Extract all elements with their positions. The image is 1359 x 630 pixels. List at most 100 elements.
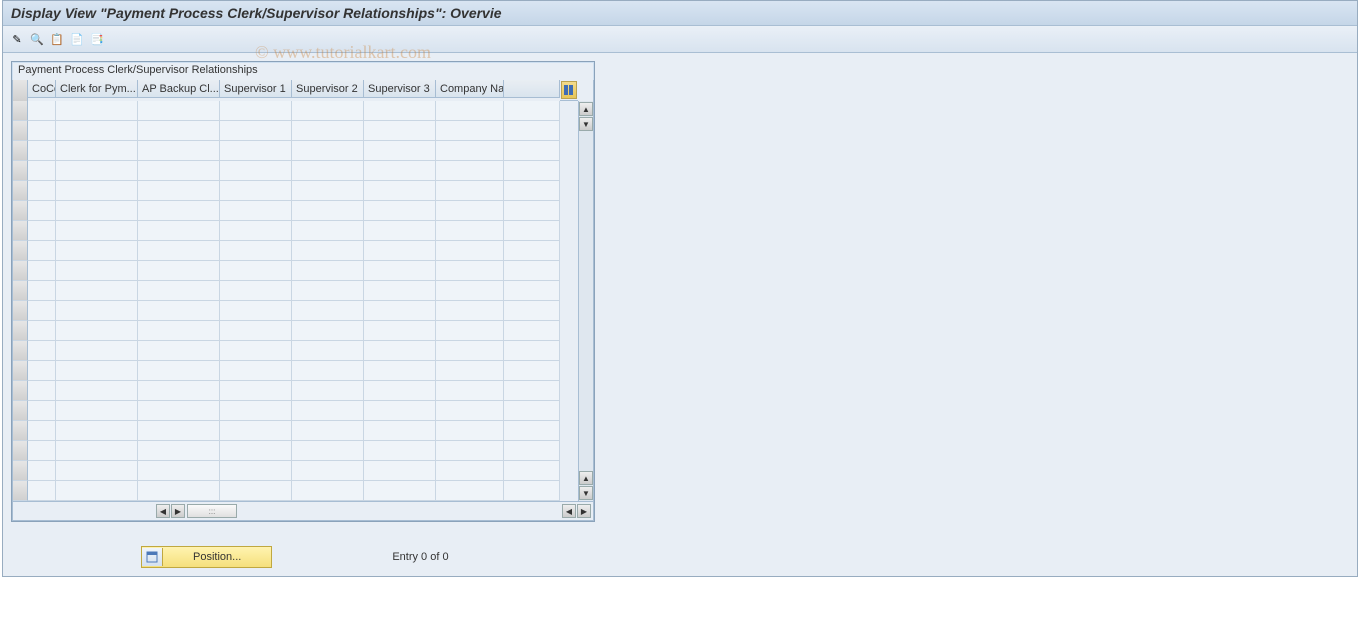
cell-sup1[interactable] [220, 381, 292, 401]
cell-sup1[interactable] [220, 221, 292, 241]
column-header-sup2[interactable]: Supervisor 2 [292, 80, 364, 98]
cell-pad[interactable] [504, 301, 560, 321]
cell-sup1[interactable] [220, 321, 292, 341]
cell-clerk[interactable] [56, 441, 138, 461]
scroll-down-bottom-button[interactable]: ▼ [579, 486, 593, 500]
cell-clerk[interactable] [56, 101, 138, 121]
cell-sup3[interactable] [364, 301, 436, 321]
cell-co[interactable] [436, 241, 504, 261]
cell-sup1[interactable] [220, 101, 292, 121]
cell-cocd[interactable] [28, 321, 56, 341]
cell-pad[interactable] [504, 121, 560, 141]
cell-sup1[interactable] [220, 301, 292, 321]
cell-clerk[interactable] [56, 361, 138, 381]
cell-clerk[interactable] [56, 181, 138, 201]
row-selector[interactable] [13, 201, 28, 221]
cell-sup1[interactable] [220, 281, 292, 301]
row-selector[interactable] [13, 361, 28, 381]
cell-sup2[interactable] [292, 101, 364, 121]
cell-co[interactable] [436, 481, 504, 501]
cell-backup[interactable] [138, 401, 220, 421]
cell-backup[interactable] [138, 101, 220, 121]
cell-sup3[interactable] [364, 121, 436, 141]
scroll-right-button[interactable]: ▶ [171, 504, 185, 518]
cell-pad[interactable] [504, 341, 560, 361]
row-selector[interactable] [13, 461, 28, 481]
cell-sup2[interactable] [292, 461, 364, 481]
cell-sup3[interactable] [364, 361, 436, 381]
cell-co[interactable] [436, 101, 504, 121]
cell-sup3[interactable] [364, 181, 436, 201]
cell-clerk[interactable] [56, 241, 138, 261]
cell-pad[interactable] [504, 101, 560, 121]
cell-sup2[interactable] [292, 241, 364, 261]
row-selector[interactable] [13, 141, 28, 161]
cell-co[interactable] [436, 181, 504, 201]
cell-sup3[interactable] [364, 381, 436, 401]
cell-pad[interactable] [504, 181, 560, 201]
cell-co[interactable] [436, 121, 504, 141]
cell-co[interactable] [436, 321, 504, 341]
cell-sup3[interactable] [364, 341, 436, 361]
row-selector[interactable] [13, 221, 28, 241]
row-selector[interactable] [13, 301, 28, 321]
cell-co[interactable] [436, 441, 504, 461]
other-object-button[interactable]: 🔍 [29, 31, 45, 47]
scroll-up-bottom-button[interactable]: ▲ [579, 471, 593, 485]
cell-sup2[interactable] [292, 201, 364, 221]
select-block-button[interactable]: 📄 [69, 31, 85, 47]
cell-co[interactable] [436, 221, 504, 241]
cell-backup[interactable] [138, 381, 220, 401]
deselect-all-button[interactable]: 📑 [89, 31, 105, 47]
cell-sup1[interactable] [220, 201, 292, 221]
cell-sup2[interactable] [292, 181, 364, 201]
cell-sup3[interactable] [364, 141, 436, 161]
row-selector[interactable] [13, 161, 28, 181]
cell-sup3[interactable] [364, 441, 436, 461]
cell-sup2[interactable] [292, 221, 364, 241]
cell-co[interactable] [436, 381, 504, 401]
cell-backup[interactable] [138, 181, 220, 201]
cell-sup2[interactable] [292, 421, 364, 441]
configure-columns-button[interactable] [561, 81, 577, 99]
cell-sup2[interactable] [292, 361, 364, 381]
horizontal-scrollbar[interactable]: ◀ ▶ ::: ◀ ▶ [13, 501, 593, 520]
cell-clerk[interactable] [56, 281, 138, 301]
cell-pad[interactable] [504, 321, 560, 341]
cell-clerk[interactable] [56, 461, 138, 481]
row-selector[interactable] [13, 241, 28, 261]
cell-clerk[interactable] [56, 341, 138, 361]
scroll-left-button[interactable]: ◀ [156, 504, 170, 518]
column-header-pad[interactable] [504, 80, 560, 98]
scroll-up-button[interactable]: ▲ [579, 102, 593, 116]
cell-cocd[interactable] [28, 301, 56, 321]
cell-sup1[interactable] [220, 481, 292, 501]
cell-cocd[interactable] [28, 341, 56, 361]
cell-co[interactable] [436, 281, 504, 301]
cell-backup[interactable] [138, 221, 220, 241]
cell-pad[interactable] [504, 381, 560, 401]
cell-sup1[interactable] [220, 401, 292, 421]
cell-sup2[interactable] [292, 321, 364, 341]
cell-cocd[interactable] [28, 241, 56, 261]
cell-pad[interactable] [504, 141, 560, 161]
cell-co[interactable] [436, 301, 504, 321]
cell-pad[interactable] [504, 441, 560, 461]
cell-cocd[interactable] [28, 401, 56, 421]
cell-sup2[interactable] [292, 301, 364, 321]
cell-backup[interactable] [138, 261, 220, 281]
cell-co[interactable] [436, 361, 504, 381]
row-selector[interactable] [13, 441, 28, 461]
cell-backup[interactable] [138, 241, 220, 261]
cell-sup1[interactable] [220, 461, 292, 481]
row-selector[interactable] [13, 381, 28, 401]
column-header-clerk[interactable]: Clerk for Pym... [56, 80, 138, 98]
cell-backup[interactable] [138, 141, 220, 161]
cell-sup2[interactable] [292, 161, 364, 181]
cell-backup[interactable] [138, 361, 220, 381]
row-selector[interactable] [13, 121, 28, 141]
cell-cocd[interactable] [28, 261, 56, 281]
position-button[interactable]: Position... [141, 546, 272, 568]
cell-clerk[interactable] [56, 321, 138, 341]
cell-sup2[interactable] [292, 281, 364, 301]
